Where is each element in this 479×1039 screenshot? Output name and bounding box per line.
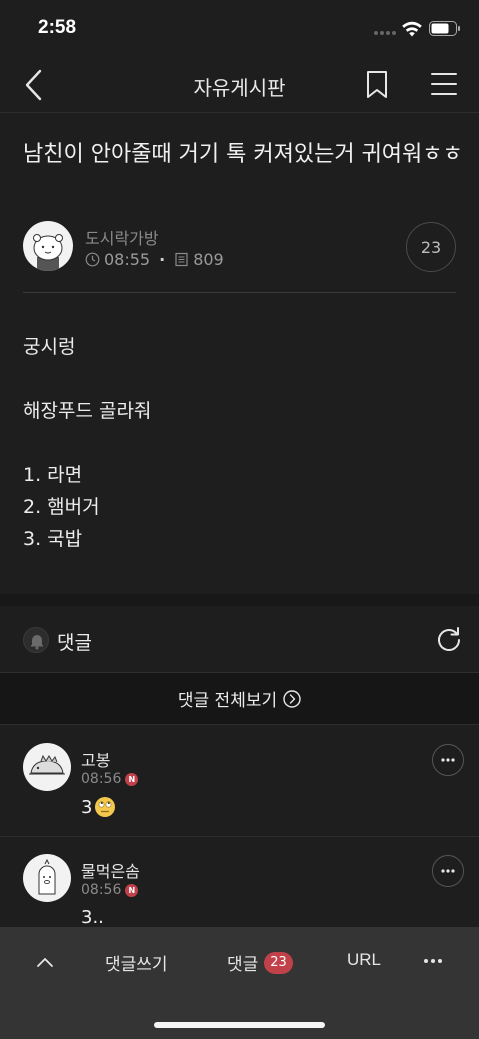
post-body-line: 2. 햄버거: [23, 496, 100, 518]
post-body-line: [23, 427, 151, 459]
comment-time: 08:56 N: [81, 771, 139, 787]
nav-divider: [0, 112, 479, 113]
comment-time: 08:56 N: [81, 882, 139, 898]
comment-avatar[interactable]: [23, 743, 71, 791]
comment-text: 3: [81, 796, 116, 818]
status-bar: 2:58: [0, 0, 479, 58]
avatar-illustration: [33, 234, 63, 271]
comment-time-text: 08:56: [81, 771, 122, 787]
bookmark-icon[interactable]: [365, 70, 389, 100]
clock-icon: [85, 252, 100, 267]
comment-item: 고봉 08:56 N 3: [0, 725, 479, 837]
menu-icon[interactable]: [431, 72, 457, 96]
chevron-right-circle-icon: [283, 689, 301, 708]
more-options-icon[interactable]: [424, 959, 442, 963]
comments-label: 댓글: [57, 632, 92, 654]
more-horizontal-icon: [441, 869, 455, 873]
bell-icon[interactable]: [23, 627, 49, 653]
author-name[interactable]: 도시락가방: [85, 225, 159, 249]
comments-button[interactable]: 댓글 23: [227, 950, 293, 975]
comment-body: 3: [81, 796, 93, 818]
comment-more-button[interactable]: [432, 744, 464, 776]
post-body-line: 해장푸드 골라줘: [23, 400, 152, 422]
view-all-comments-button[interactable]: 댓글 전체보기: [0, 672, 479, 725]
comments-count-badge: 23: [264, 951, 293, 974]
author-avatar[interactable]: [23, 221, 73, 271]
document-icon: [175, 252, 188, 267]
new-badge: N: [125, 772, 139, 786]
nav-bar: 자유게시판: [0, 58, 479, 112]
home-indicator: [154, 1022, 325, 1028]
comment-author[interactable]: 물먹은솜: [81, 858, 140, 882]
refresh-icon[interactable]: [436, 626, 462, 652]
avatar-illustration: [38, 858, 56, 895]
post-divider: [23, 292, 456, 293]
comment-text: 3..: [81, 907, 104, 928]
comments-button-label: 댓글: [227, 955, 259, 975]
comment-avatar[interactable]: [23, 854, 71, 902]
post-body-line: 궁시렁: [23, 336, 76, 358]
post-title: 남친이 안아줄때 거기 톡 커져있는거 귀여워ㅎㅎ: [23, 142, 463, 167]
post-time: 08:55: [104, 250, 151, 269]
url-button[interactable]: URL: [347, 950, 381, 970]
comment-more-button[interactable]: [432, 855, 464, 887]
section-separator: [0, 594, 479, 606]
avatar-illustration: [29, 754, 65, 775]
page-title: 자유게시판: [193, 76, 286, 100]
comment-body: 3..: [81, 907, 104, 928]
meta-separator: ·: [159, 250, 166, 269]
new-badge: N: [125, 883, 139, 897]
eye-roll-emoji-icon: [95, 797, 116, 817]
view-all-label: 댓글 전체보기: [177, 691, 278, 711]
comments-header: 댓글: [0, 606, 479, 672]
bottom-toolbar: 댓글쓰기 댓글 23 URL: [0, 927, 479, 1039]
comment-count-button[interactable]: 23: [406, 222, 456, 272]
battery-icon: [429, 21, 460, 36]
more-horizontal-icon: [441, 758, 455, 762]
write-comment-button[interactable]: 댓글쓰기: [105, 950, 168, 975]
post-views: 809: [193, 250, 224, 269]
wifi-icon: [402, 21, 422, 37]
post-meta: 08:55 · 809: [85, 250, 224, 269]
post-body-line: 1. 라면: [23, 464, 83, 486]
status-time: 2:58: [38, 17, 77, 38]
post-body: 궁시렁 해장푸드 골라줘 1. 라면 2. 햄버거 3. 국밥: [23, 331, 151, 555]
comment-time-text: 08:56: [81, 882, 122, 898]
post-body-line: [23, 363, 151, 395]
signal-icon: [374, 31, 396, 35]
scroll-top-icon[interactable]: [34, 951, 56, 973]
comment-item: 물먹은솜 08:56 N 3..: [0, 836, 479, 936]
comment-count: 23: [420, 237, 442, 257]
comment-author[interactable]: 고봉: [81, 747, 110, 771]
post-body-line: 3. 국밥: [23, 528, 83, 550]
